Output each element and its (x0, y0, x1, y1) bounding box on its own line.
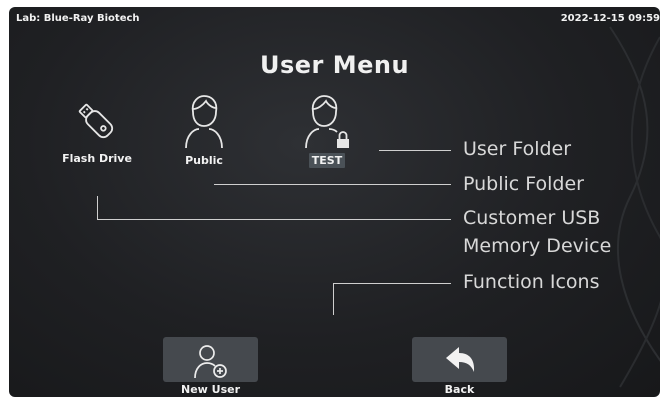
folder-flash-drive[interactable]: Flash Drive (47, 97, 147, 166)
back-arrow-icon (445, 347, 474, 372)
callout-line-public-folder (214, 184, 451, 185)
callout-usb-line-1: Customer USB (463, 207, 601, 229)
callout-line-usb-vertical (97, 196, 98, 219)
callout-function-icons: Function Icons (463, 271, 600, 293)
callout-public-folder: Public Folder (463, 173, 584, 195)
callout-line-user-folder (379, 150, 451, 151)
folder-user-test[interactable]: TEST (292, 93, 362, 168)
datetime: 2022-12-15 09:59 (560, 13, 660, 24)
user-icon (169, 93, 239, 149)
folder-public[interactable]: Public (169, 93, 239, 168)
folder-label: Flash Drive (62, 152, 132, 165)
callout-line-function-vertical (333, 283, 334, 315)
callout-line-usb (97, 219, 451, 220)
folder-label: Public (185, 154, 223, 167)
page-title: User Menu (259, 51, 410, 79)
back-button[interactable] (412, 337, 507, 382)
device-screen: Lab: Blue-Ray Biotech 2022-12-15 09:59 U… (9, 7, 660, 397)
callout-line-function-icons (333, 283, 451, 284)
usb-drive-icon (47, 97, 147, 147)
locked-user-icon (292, 93, 362, 149)
back-label: Back (444, 383, 475, 396)
folder-label: TEST (308, 153, 346, 168)
callout-usb-line-2: Memory Device (463, 235, 612, 257)
new-user-button[interactable] (163, 337, 258, 382)
add-user-icon (193, 345, 227, 379)
lab-name: Lab: Blue-Ray Biotech (16, 13, 140, 24)
callout-user-folder: User Folder (463, 138, 572, 160)
new-user-label: New User (180, 383, 241, 396)
